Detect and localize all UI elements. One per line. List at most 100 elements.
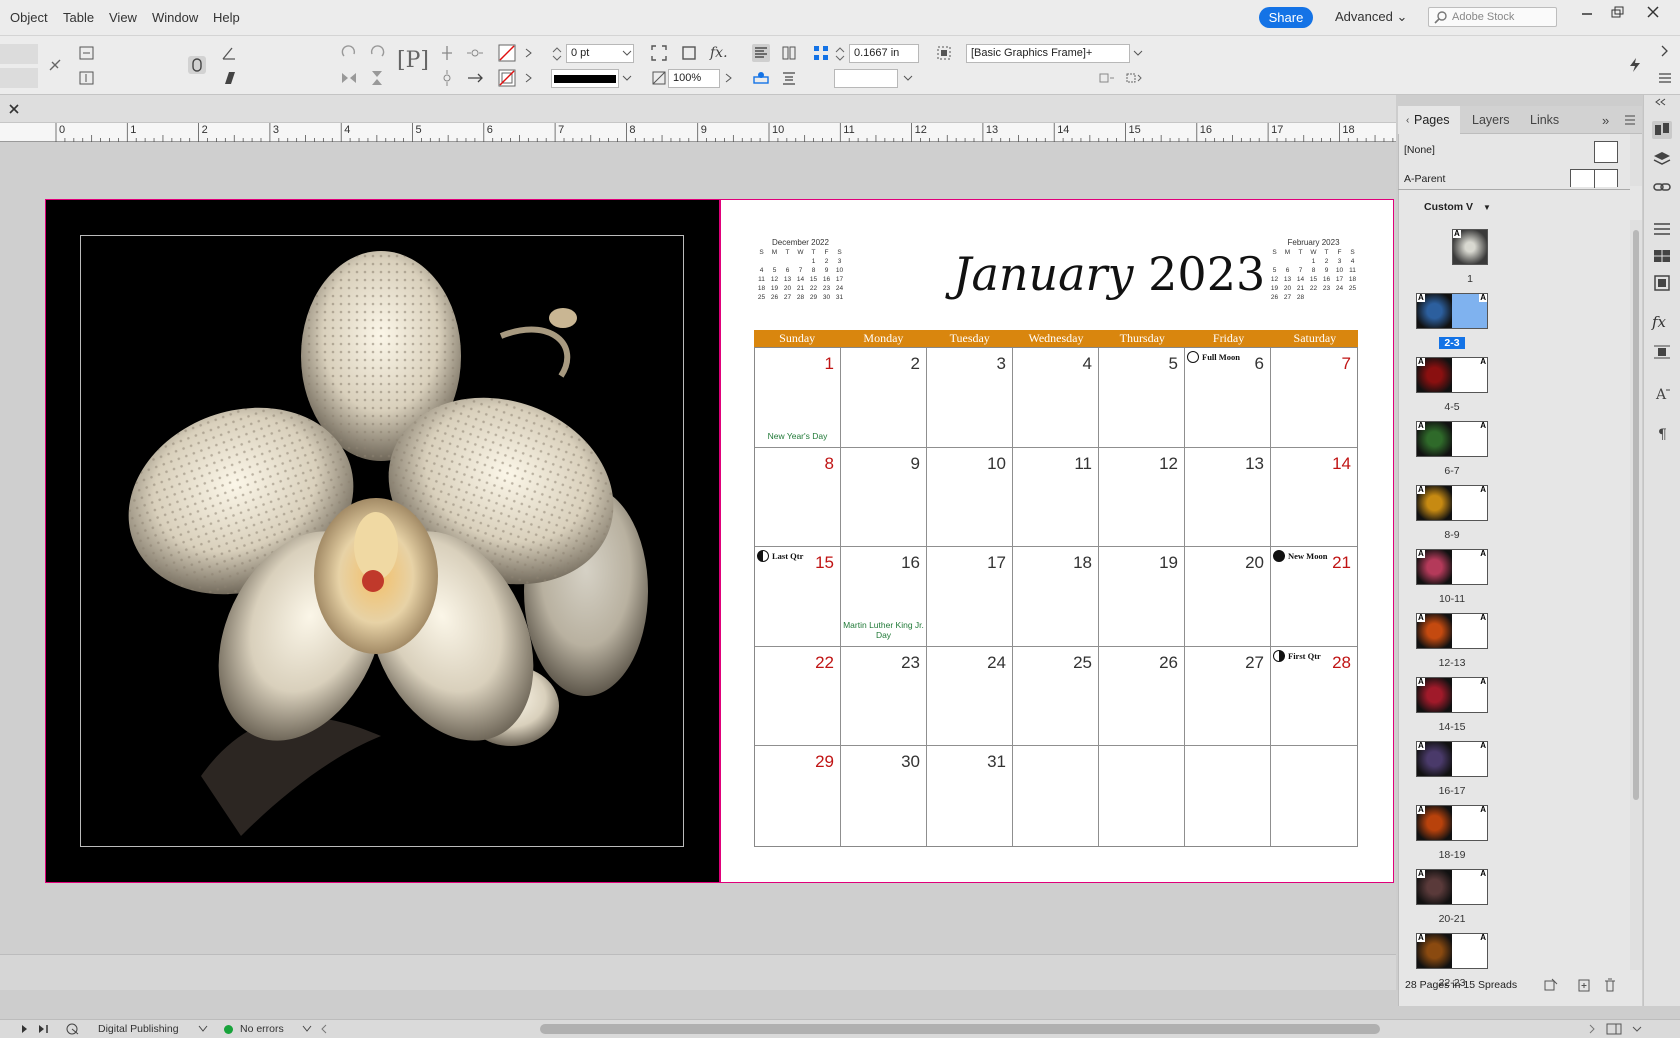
- day-cell[interactable]: [1271, 746, 1357, 846]
- a-parent-thumb[interactable]: [1570, 169, 1618, 188]
- day-cell[interactable]: 16 Martin Luther King Jr. Day: [841, 547, 927, 647]
- strip-collapse-icon[interactable]: [1654, 98, 1668, 106]
- spread-label[interactable]: 14-15: [1416, 721, 1488, 733]
- stroke-weight-stepper[interactable]: [551, 45, 563, 63]
- stroke-weight-dropdown-icon[interactable]: [619, 44, 635, 63]
- adobe-stock-search[interactable]: Adobe Stock: [1428, 7, 1557, 27]
- paragraph-styles-icon[interactable]: ¶: [1652, 424, 1672, 442]
- ref-point-field[interactable]: [0, 44, 38, 64]
- character-styles-icon[interactable]: A: [1652, 384, 1672, 402]
- control-more-icon[interactable]: [1656, 42, 1674, 60]
- day-cell[interactable]: 2: [841, 348, 927, 448]
- horizontal-scroll-thumb[interactable]: [540, 1024, 1380, 1034]
- day-cell[interactable]: 8: [755, 447, 841, 548]
- none-parent-label[interactable]: [None]: [1404, 144, 1435, 156]
- width-icon[interactable]: [78, 44, 96, 62]
- constrain-icon[interactable]: [46, 56, 64, 74]
- day-cell[interactable]: 26: [1099, 646, 1185, 747]
- text-frame-preview[interactable]: [834, 69, 898, 88]
- spread-thumbnail[interactable]: [1416, 677, 1488, 713]
- day-cell[interactable]: 27: [1185, 646, 1271, 747]
- day-cell[interactable]: 12: [1099, 447, 1185, 548]
- flip-vertical-icon[interactable]: [368, 69, 386, 87]
- grid-gutter-icon[interactable]: [812, 44, 830, 62]
- tab-collapse-icon[interactable]: ‹: [1406, 115, 1409, 126]
- text-columns-icon[interactable]: [780, 44, 798, 62]
- spread-thumbnail[interactable]: [1416, 549, 1488, 585]
- horizontal-ruler[interactable]: 0 1 2 3 4 5 6 7 8 9 10 11 12 13 14 15 16 17 18: [0, 123, 1396, 142]
- spread-label[interactable]: 4-5: [1416, 401, 1488, 413]
- zoom-dropdown-icon[interactable]: [1630, 1023, 1644, 1035]
- gutter-stepper[interactable]: [834, 45, 846, 63]
- day-cell[interactable]: 31: [927, 746, 1013, 846]
- rotate-angle-icon[interactable]: [220, 44, 238, 62]
- effects-panel-icon[interactable]: fx: [1652, 313, 1672, 331]
- day-cell[interactable]: 28 First Qtr: [1271, 647, 1357, 747]
- restore-icon[interactable]: [1604, 4, 1632, 22]
- object-style-select[interactable]: [Basic Graphics Frame]+: [966, 44, 1130, 63]
- align-left-icon[interactable]: [752, 44, 770, 62]
- pages-scroll-thumb[interactable]: [1633, 230, 1639, 800]
- links-panel-icon[interactable]: [1652, 178, 1672, 196]
- object-style-icon[interactable]: [935, 44, 953, 62]
- fx-icon[interactable]: fx.: [710, 45, 728, 61]
- day-cell[interactable]: 23: [841, 646, 927, 747]
- scale-arrow-icon[interactable]: [722, 70, 736, 87]
- tab-pages[interactable]: Pages: [1414, 113, 1449, 127]
- spread-label[interactable]: 20-21: [1416, 913, 1488, 925]
- style-options-icon[interactable]: [1125, 69, 1143, 87]
- split-view-icon[interactable]: [1606, 1023, 1622, 1035]
- cc-libraries-icon[interactable]: [1652, 274, 1672, 292]
- auto-fit-icon[interactable]: [752, 69, 770, 87]
- menu-window[interactable]: Window: [152, 10, 198, 25]
- spread-thumbnail[interactable]: [1416, 933, 1488, 969]
- share-button[interactable]: Share: [1259, 7, 1313, 28]
- new-page-icon[interactable]: [1576, 978, 1592, 992]
- preflight-icon[interactable]: [66, 1023, 80, 1035]
- spread-thumbnail[interactable]: [1416, 805, 1488, 841]
- day-cell[interactable]: 18: [1013, 547, 1099, 647]
- scroll-right-icon[interactable]: [1588, 1024, 1596, 1034]
- spread-label[interactable]: 6-7: [1416, 465, 1488, 477]
- stroke-swatch-arrow-icon[interactable]: [522, 70, 536, 87]
- clear-overrides-icon[interactable]: [1098, 69, 1116, 87]
- day-cell[interactable]: 20: [1185, 547, 1271, 647]
- shear-angle-icon[interactable]: [220, 69, 238, 87]
- day-cell[interactable]: 29: [755, 746, 841, 846]
- tab-links[interactable]: Links: [1530, 113, 1559, 127]
- fill-swatch-arrow-icon[interactable]: [522, 45, 536, 62]
- quick-apply-icon[interactable]: [1626, 56, 1644, 74]
- image-frame[interactable]: [80, 235, 684, 847]
- day-cell[interactable]: 13: [1185, 447, 1271, 548]
- day-cell[interactable]: 10: [927, 447, 1013, 548]
- gutter-field[interactable]: 0.1667 in: [849, 44, 919, 63]
- spread-label[interactable]: 2-3: [1439, 337, 1465, 349]
- menu-view[interactable]: View: [109, 10, 137, 25]
- spread-label[interactable]: 8-9: [1416, 529, 1488, 541]
- fit-frame-icon[interactable]: [650, 44, 668, 62]
- left-page-photo[interactable]: [45, 199, 720, 883]
- day-cell[interactable]: 22: [755, 646, 841, 747]
- spread-thumbnail[interactable]: [1416, 869, 1488, 905]
- close-document-icon[interactable]: [8, 103, 20, 115]
- menu-object[interactable]: Object: [10, 10, 48, 25]
- wrap-icon[interactable]: [780, 69, 798, 87]
- fill-none-icon[interactable]: [498, 44, 516, 62]
- pages-scrollbar[interactable]: [1630, 220, 1642, 970]
- next-page-icon[interactable]: [20, 1024, 30, 1034]
- frame-icon[interactable]: [680, 44, 698, 62]
- stroke-panel-icon[interactable]: [1652, 220, 1672, 238]
- spread-thumbnail[interactable]: [1416, 293, 1488, 329]
- status-mode[interactable]: Digital Publishing: [98, 1023, 179, 1035]
- flip-horizontal-icon[interactable]: [340, 69, 358, 87]
- page-view-select[interactable]: Custom V ▼: [1406, 196, 1506, 216]
- select-container-icon[interactable]: [438, 44, 456, 62]
- tab-layers[interactable]: Layers: [1472, 113, 1510, 127]
- spread-label[interactable]: 12-13: [1416, 657, 1488, 669]
- spread-label[interactable]: 1: [1452, 273, 1488, 285]
- stroke-type-dropdown-icon[interactable]: [619, 69, 635, 88]
- day-cell[interactable]: 7: [1271, 348, 1357, 448]
- day-cell[interactable]: 14: [1271, 448, 1357, 548]
- scroll-left-icon[interactable]: [320, 1024, 328, 1034]
- day-cell[interactable]: 19: [1099, 547, 1185, 647]
